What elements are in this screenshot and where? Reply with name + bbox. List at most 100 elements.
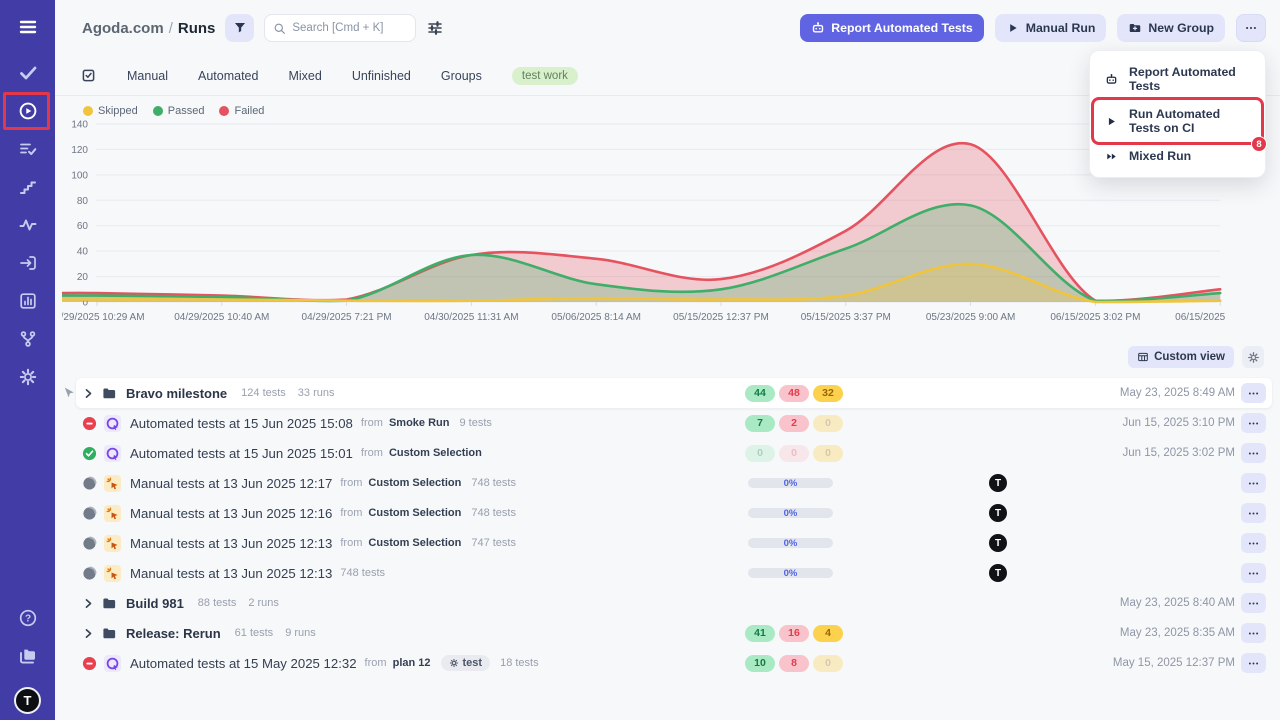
run-row[interactable]: Automated tests at 15 May 2025 12:32from… xyxy=(76,648,1272,678)
library-icon xyxy=(18,646,38,666)
run-source: from Custom Selection xyxy=(340,537,461,549)
tab-groups[interactable]: Groups xyxy=(441,69,482,83)
tab-unfinished[interactable]: Unfinished xyxy=(352,69,411,83)
hamburger-icon xyxy=(18,17,38,37)
sidebar-item-import[interactable] xyxy=(0,244,55,282)
run-row[interactable]: Manual tests at 13 Jun 2025 12:13748 tes… xyxy=(76,558,1272,588)
run-row[interactable]: Manual tests at 13 Jun 2025 12:17from Cu… xyxy=(76,468,1272,498)
milestones-icon xyxy=(18,177,38,197)
tune-icon[interactable] xyxy=(426,19,444,37)
progress-bar: 0% xyxy=(748,568,833,578)
robot-icon xyxy=(811,21,825,35)
help-icon: ? xyxy=(18,608,38,628)
sidebar-item-runs[interactable] xyxy=(0,92,55,130)
row-menu-button[interactable] xyxy=(1241,383,1266,403)
svg-text:04/30/2025 11:31 AM: 04/30/2025 11:31 AM xyxy=(424,312,518,323)
topbar: Agoda.com/Runs Report Automated Tests Ma… xyxy=(55,0,1280,56)
failed-count-badge: 2 xyxy=(779,415,809,432)
manual-run-button[interactable]: Manual Run xyxy=(995,14,1107,42)
legend-item-skipped[interactable]: Skipped xyxy=(83,105,138,117)
ellipsis-icon xyxy=(1247,507,1260,520)
table-icon xyxy=(1137,351,1149,363)
breadcrumb-project[interactable]: Agoda.com xyxy=(82,20,164,37)
new-group-button[interactable]: New Group xyxy=(1117,14,1225,42)
run-source: from Custom Selection xyxy=(340,507,461,519)
row-meta: 61 tests xyxy=(235,627,274,639)
ellipsis-icon xyxy=(1247,417,1260,430)
run-row[interactable]: Manual tests at 13 Jun 2025 12:13from Cu… xyxy=(76,528,1272,558)
funnel-icon xyxy=(233,21,247,35)
sidebar-nav xyxy=(0,54,55,396)
row-date: Jun 15, 2025 3:10 PM xyxy=(1122,417,1235,429)
app-root: ? T Agoda.com/Runs Report Automated Test… xyxy=(0,0,1280,720)
run-title: Manual tests at 13 Jun 2025 12:17 xyxy=(130,476,332,491)
select-runs-icon[interactable] xyxy=(80,67,97,84)
row-menu-button[interactable] xyxy=(1241,503,1266,523)
tab-mixed[interactable]: Mixed xyxy=(288,69,321,83)
sidebar-item-library[interactable] xyxy=(0,637,55,675)
ellipsis-icon xyxy=(1247,537,1260,550)
assignee-avatar[interactable]: T xyxy=(989,534,1007,552)
filter-button[interactable] xyxy=(225,14,254,42)
row-menu-button[interactable] xyxy=(1241,623,1266,643)
legend-item-passed[interactable]: Passed xyxy=(153,105,205,117)
group-row[interactable]: Build 98188 tests2 runsMay 23, 2025 8:40… xyxy=(76,588,1272,618)
sidebar-item-analytics[interactable] xyxy=(0,282,55,320)
legend-dot xyxy=(153,106,163,116)
hamburger-menu-button[interactable] xyxy=(13,13,42,41)
sidebar-item-settings[interactable] xyxy=(0,358,55,396)
report-automated-tests-button[interactable]: Report Automated Tests xyxy=(800,14,983,42)
actions-dropdown-menu: Report Automated TestsRun Automated Test… xyxy=(1089,50,1266,178)
menu-item-run-automated-tests-on-ci[interactable]: Run Automated Tests on CI8 xyxy=(1094,100,1261,142)
group-row[interactable]: Bravo milestone124 tests33 runs444832May… xyxy=(76,378,1272,408)
svg-text:40: 40 xyxy=(77,247,89,258)
row-menu-button[interactable] xyxy=(1241,533,1266,553)
menu-item-mixed-run[interactable]: Mixed Run xyxy=(1094,142,1261,170)
legend-item-failed[interactable]: Failed xyxy=(219,105,264,117)
row-menu-button[interactable] xyxy=(1241,473,1266,493)
menu-item-report-automated-tests[interactable]: Report Automated Tests xyxy=(1094,58,1261,100)
filter-tag-badge[interactable]: test work xyxy=(512,67,578,85)
row-menu-button[interactable] xyxy=(1241,443,1266,463)
sidebar-item-branches[interactable] xyxy=(0,320,55,358)
runs-list: Bravo milestone124 tests33 runs444832May… xyxy=(76,378,1272,678)
tab-manual[interactable]: Manual xyxy=(127,69,168,83)
svg-text:05/06/2025 8:14 AM: 05/06/2025 8:14 AM xyxy=(551,312,641,323)
row-menu-button[interactable] xyxy=(1241,653,1266,673)
group-row[interactable]: Release: Rerun61 tests9 runs41164May 23,… xyxy=(76,618,1272,648)
custom-view-button[interactable]: Custom view xyxy=(1128,346,1234,368)
legend-dot xyxy=(83,106,93,116)
area-chart[interactable]: 02040608010012014004/29/2025 10:29 AM04/… xyxy=(62,119,1225,329)
view-bar: Custom view xyxy=(55,334,1280,368)
tab-automated[interactable]: Automated xyxy=(198,69,258,83)
search-icon xyxy=(273,22,286,35)
progress-bar: 0% xyxy=(748,478,833,488)
tag-badge[interactable]: test xyxy=(441,655,491,671)
row-date: May 15, 2025 12:37 PM xyxy=(1113,657,1235,669)
search-input[interactable] xyxy=(292,22,407,34)
run-row[interactable]: Automated tests at 15 Jun 2025 15:01from… xyxy=(76,438,1272,468)
row-meta: 2 runs xyxy=(248,597,279,609)
user-avatar[interactable]: T xyxy=(14,687,41,714)
automated-run-icon xyxy=(104,445,121,462)
sidebar-item-tests[interactable] xyxy=(0,54,55,92)
assignee-avatar[interactable]: T xyxy=(989,474,1007,492)
assignee-avatar[interactable]: T xyxy=(989,504,1007,522)
row-menu-button[interactable] xyxy=(1241,413,1266,433)
legend-dot xyxy=(219,106,229,116)
sidebar-item-test-plans[interactable] xyxy=(0,130,55,168)
sidebar-item-help[interactable]: ? xyxy=(0,599,55,637)
view-settings-button[interactable] xyxy=(1242,346,1264,368)
run-row[interactable]: Manual tests at 13 Jun 2025 12:16from Cu… xyxy=(76,498,1272,528)
row-menu-button[interactable] xyxy=(1241,563,1266,583)
run-row[interactable]: Automated tests at 15 Jun 2025 15:08from… xyxy=(76,408,1272,438)
row-meta: 88 tests xyxy=(198,597,237,609)
more-actions-button[interactable] xyxy=(1236,14,1266,42)
search-box[interactable] xyxy=(264,14,416,42)
sidebar-item-milestones[interactable] xyxy=(0,168,55,206)
chevron-right-icon xyxy=(82,627,95,640)
skipped-count-badge: 0 xyxy=(813,655,843,672)
assignee-avatar[interactable]: T xyxy=(989,564,1007,582)
row-menu-button[interactable] xyxy=(1241,593,1266,613)
sidebar-item-pulse[interactable] xyxy=(0,206,55,244)
